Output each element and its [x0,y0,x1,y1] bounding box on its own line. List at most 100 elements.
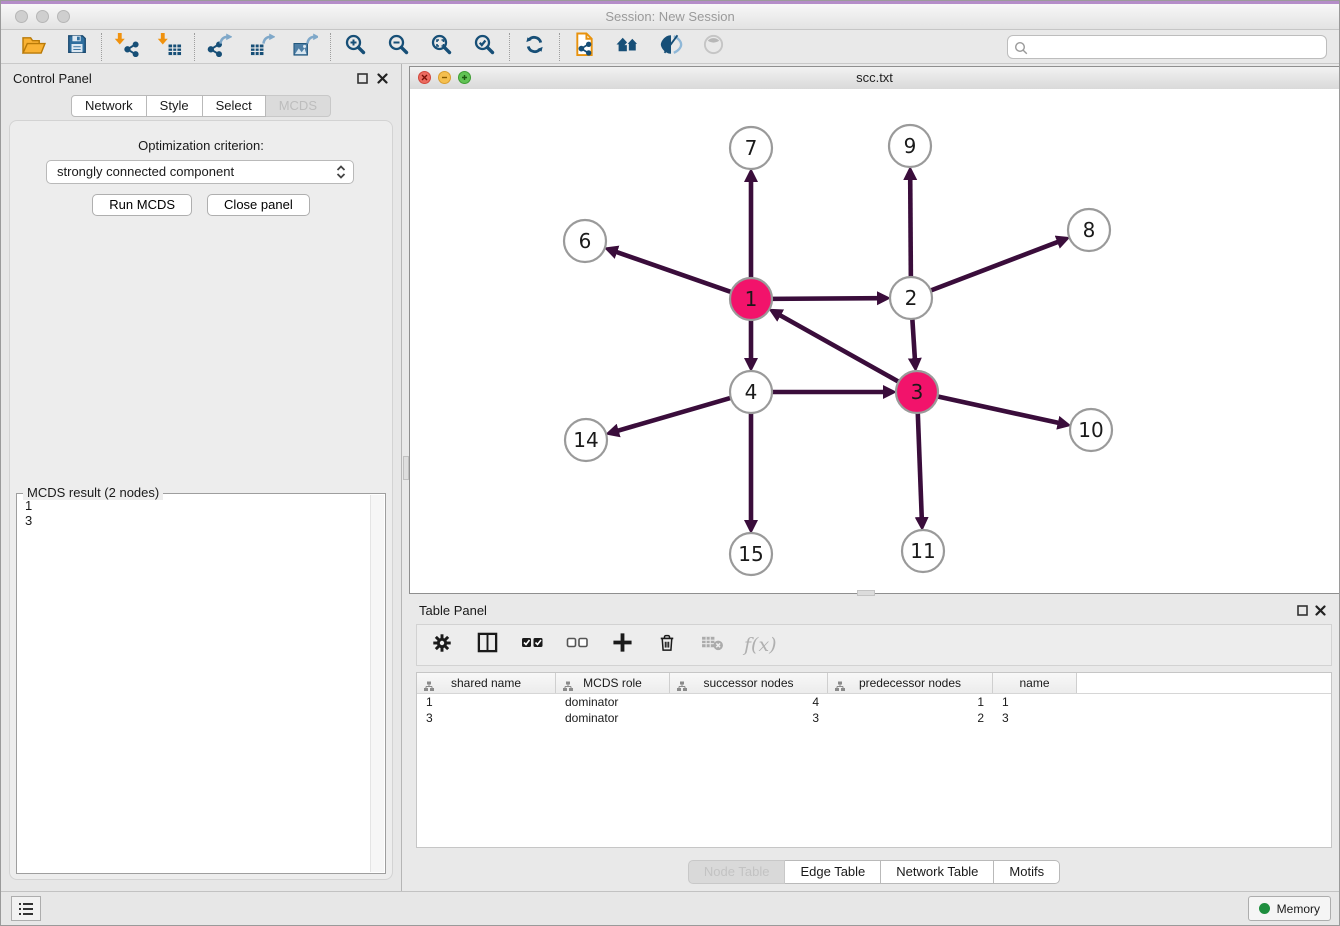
first-neighbors-button[interactable] [614,33,641,60]
graph-edge-3-10[interactable] [936,396,1060,423]
graph-edge-3-1[interactable] [779,315,901,383]
network-zoom-button[interactable] [458,71,471,84]
graph-node-10[interactable]: 10 [1070,409,1112,451]
graph-edge-2-9[interactable] [910,178,911,279]
float-panel-icon[interactable] [356,72,369,85]
export-network-button[interactable] [206,33,233,60]
run-mcds-button[interactable]: Run MCDS [92,194,192,216]
column-label: predecessor nodes [859,676,961,690]
graph-edge-3-11[interactable] [918,411,922,519]
column-header-successor-nodes[interactable]: successor nodes [670,673,828,693]
network-canvas[interactable]: 7 9 6 8 1 2 4 3 14 10 15 11 [410,89,1339,593]
network-minimize-button[interactable] [438,71,451,84]
graph-node-9[interactable]: 9 [889,125,931,167]
toolbar-group [102,33,194,60]
cell-MCDS-role: dominator [556,710,670,726]
memory-button[interactable]: Memory [1248,896,1331,921]
graph-node-6[interactable]: 6 [564,220,606,262]
zoom-fit-button[interactable] [428,33,455,60]
application-window: Session: New Session Control Panel Netwo… [0,0,1340,926]
network-view-window: scc.txt 7968124314101511 [409,66,1340,594]
zoom-in-button[interactable] [342,33,369,60]
mcds-result-text[interactable]: 1 3 [18,495,370,872]
zoom-out-button[interactable] [385,33,412,60]
graph-node-4[interactable]: 4 [730,371,772,413]
zoom-selected-icon [473,33,496,61]
tab-node-table[interactable]: Node Table [688,860,786,884]
graph-node-14[interactable]: 14 [565,419,607,461]
column-header-predecessor-nodes[interactable]: predecessor nodes [828,673,993,693]
graph-node-2[interactable]: 2 [890,277,932,319]
close-panel-icon[interactable] [376,72,389,85]
result-scrollbar[interactable] [370,495,384,872]
graph-node-11[interactable]: 11 [902,530,944,572]
empty-boxes-icon [566,636,589,655]
tab-select[interactable]: Select [203,95,266,117]
export-table-button[interactable] [249,33,276,60]
criterion-select[interactable]: strongly connected component [46,160,354,184]
import-table-button[interactable] [156,33,183,60]
export-image-button[interactable] [292,33,319,60]
cell-name: 1 [993,694,1077,710]
graphics-details-button[interactable] [657,33,684,60]
search-input[interactable] [1007,35,1327,59]
minimize-window-button[interactable] [36,10,49,23]
tab-network-table[interactable]: Network Table [881,860,994,884]
graph-node-15[interactable]: 15 [730,533,772,575]
graph-node-7[interactable]: 7 [730,127,772,169]
table-settings-button[interactable] [429,632,455,658]
table-row[interactable]: 3dominator323 [417,710,1331,726]
graph-edge-4-14[interactable] [617,397,733,431]
toolbar-group [560,33,738,60]
check-boxes-icon [521,636,544,655]
apply-layout-button[interactable] [521,33,548,60]
list-icon [16,899,36,919]
column-header-name[interactable]: name [993,673,1077,693]
graph-node-1[interactable]: 1 [730,278,772,320]
close-table-panel-icon[interactable] [1314,604,1327,617]
birds-eye-view-button [700,33,727,60]
deselect-all-button[interactable] [564,632,590,658]
zoom-in-icon [344,33,367,61]
tab-style[interactable]: Style [147,95,203,117]
network-close-button[interactable] [418,71,431,84]
main-toolbar [1,30,1339,64]
node-label: 15 [738,542,763,566]
graph-node-3[interactable]: 3 [896,371,938,413]
export-image-icon [293,32,318,62]
import-network-button[interactable] [113,33,140,60]
vertical-splitter[interactable] [402,64,409,892]
graph-edge-2-3[interactable] [912,317,915,360]
column-header-MCDS-role[interactable]: MCDS role [556,673,670,693]
graph-node-8[interactable]: 8 [1068,209,1110,251]
close-window-button[interactable] [15,10,28,23]
gear-icon [431,632,453,659]
column-label: successor nodes [703,676,793,690]
column-label: shared name [451,676,521,690]
task-history-button[interactable] [11,896,41,921]
zoom-selected-button[interactable] [471,33,498,60]
select-all-button[interactable] [519,632,545,658]
save-session-button[interactable] [63,33,90,60]
mcds-tab-content: Optimization criterion: strongly connect… [9,120,393,880]
delete-columns-button[interactable] [654,632,680,658]
graph-edge-1-2[interactable] [770,298,879,299]
create-column-button[interactable] [609,632,635,658]
graph-edge-2-8[interactable] [929,241,1059,291]
open-session-button[interactable] [20,33,47,60]
tab-edge-table[interactable]: Edge Table [785,860,881,884]
zoom-window-button[interactable] [57,10,70,23]
close-panel-button[interactable]: Close panel [207,194,310,216]
control-panel: Control Panel NetworkStyleSelectMCDS Opt… [1,64,402,892]
column-header-shared-name[interactable]: shared name [417,673,556,693]
float-table-panel-icon[interactable] [1296,604,1309,617]
table-panel: Table Panel f(x) shared nameMCDS rolesuc… [409,596,1339,892]
new-network-from-selection-button[interactable] [571,33,598,60]
show-column-panel-button[interactable] [474,632,500,658]
tab-network[interactable]: Network [71,95,147,117]
tab-motifs[interactable]: Motifs [994,860,1060,884]
trash-icon [657,632,677,659]
graph-edge-1-6[interactable] [615,252,733,293]
tab-mcds[interactable]: MCDS [266,95,331,117]
table-row[interactable]: 1dominator411 [417,694,1331,710]
